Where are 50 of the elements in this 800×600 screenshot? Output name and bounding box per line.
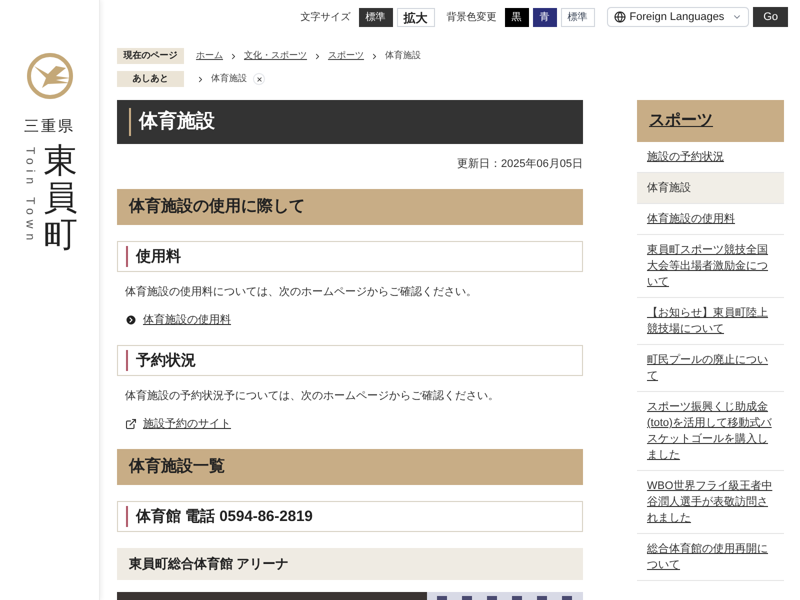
body-text: 体育施設の予約状況予については、次のホームページからご確認ください。 bbox=[124, 388, 500, 404]
subsection-heading: 使用料 bbox=[117, 240, 583, 272]
background-color-button[interactable]: 黒 bbox=[504, 8, 529, 26]
breadcrumb-current: 体育施設 bbox=[385, 49, 421, 62]
page-link[interactable]: 体育施設の使用料 bbox=[143, 312, 231, 328]
section-heading: 体育施設の使用に際して bbox=[117, 188, 583, 224]
side-nav-item[interactable]: 体育施設の使用料 bbox=[637, 204, 784, 235]
background-color-label: 背景色変更 bbox=[446, 10, 497, 24]
font-size-button[interactable]: 標準 bbox=[358, 8, 393, 26]
separator-icon bbox=[370, 52, 379, 60]
language-select[interactable]: Foreign Languages bbox=[606, 7, 750, 27]
background-color-button[interactable]: 標準 bbox=[560, 8, 595, 26]
breadcrumb-link[interactable]: ホーム bbox=[196, 49, 223, 63]
body-text: 体育施設の使用料については、次のホームページからご確認ください。 bbox=[124, 284, 478, 300]
separator-icon bbox=[313, 52, 322, 60]
page-link[interactable]: 施設予約のサイト bbox=[143, 416, 231, 432]
side-nav-item[interactable]: 体育施設 bbox=[637, 173, 784, 204]
section-heading: 体育施設一覧 bbox=[117, 448, 583, 484]
side-nav-item[interactable]: WBO世界フライ級王者中谷潤人選手が表敬訪問されました bbox=[637, 471, 784, 534]
side-nav-item[interactable]: 【お知らせ】東員町陸上競技場について bbox=[637, 298, 784, 345]
breadcrumb-link[interactable]: 文化・スポーツ bbox=[244, 49, 307, 63]
facility-heading: 東員町総合体育館 アリーナ bbox=[117, 548, 583, 580]
separator-icon bbox=[196, 74, 205, 84]
updated-date: 更新日：2025年06月05日 bbox=[457, 156, 583, 172]
side-nav-item[interactable]: 町民プールの廃止について bbox=[637, 345, 784, 392]
close-icon bbox=[256, 76, 262, 82]
side-nav-item[interactable]: スポーツ振興くじ助成金(toto)を活用して移動式バスケットゴールを購入しました bbox=[637, 392, 784, 471]
subsection-heading: 予約状況 bbox=[117, 344, 583, 376]
history-link[interactable]: 体育施設 bbox=[211, 72, 247, 86]
font-size-button[interactable]: 拡大 bbox=[396, 8, 435, 26]
subsection-heading: 体育館 電話 0594-86-2819 bbox=[117, 500, 583, 532]
town-emblem-icon bbox=[26, 52, 74, 100]
prefecture-name: 三重県 bbox=[24, 117, 75, 137]
separator-icon bbox=[229, 52, 238, 60]
external-link-icon bbox=[125, 418, 137, 430]
side-nav-item[interactable]: 東員町スポーツ競技全国大会等出場者激励金について bbox=[637, 235, 784, 298]
side-nav-title[interactable]: スポーツ bbox=[649, 109, 713, 133]
background-color-button[interactable]: 青 bbox=[532, 8, 557, 26]
breadcrumb-label: 現在のページ bbox=[117, 48, 184, 64]
close-button[interactable] bbox=[253, 73, 265, 85]
breadcrumb-link[interactable]: スポーツ bbox=[328, 49, 364, 63]
side-nav-item[interactable]: 総合体育館の使用再開について bbox=[637, 534, 784, 581]
font-size-label: 文字サイズ bbox=[300, 10, 351, 24]
town-romaji: Toin Town bbox=[22, 146, 38, 247]
globe-icon bbox=[614, 11, 626, 23]
go-button[interactable]: Go bbox=[753, 7, 788, 27]
town-name: 東員町 bbox=[44, 142, 78, 255]
arrow-circle-icon bbox=[125, 314, 137, 326]
page-title: 体育施設 bbox=[117, 100, 583, 144]
history-label: あしあと bbox=[117, 71, 184, 87]
